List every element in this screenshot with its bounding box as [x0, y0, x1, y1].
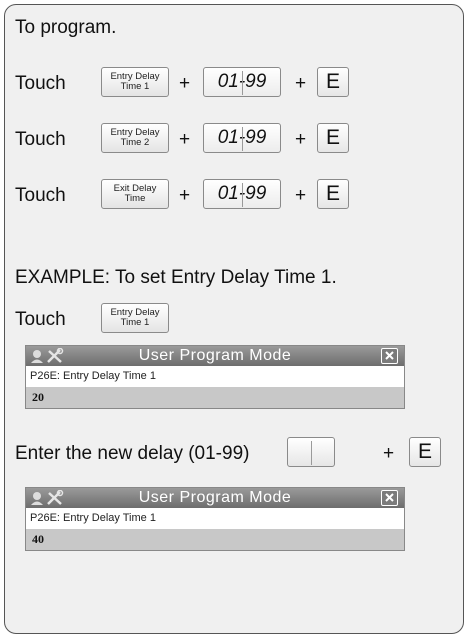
example-title: EXAMPLE: To set Entry Delay Time 1. [15, 267, 337, 288]
plus-sign: + [383, 443, 395, 464]
plus-sign: + [179, 129, 191, 150]
code-box[interactable]: 01-99 [203, 123, 281, 153]
plus-sign: + [295, 73, 307, 94]
enter-button[interactable]: E [317, 123, 349, 153]
box-divider [242, 71, 243, 95]
program-label: P26E: Entry Delay Time 1 [30, 370, 156, 382]
plus-sign: + [179, 185, 191, 206]
box-divider [311, 441, 312, 465]
button-line-2: Time 1 [120, 81, 150, 92]
box-divider [242, 127, 243, 151]
window-title: User Program Mode [138, 347, 292, 364]
button-line-2: Time 1 [120, 317, 150, 328]
touch-label: Touch [15, 129, 66, 150]
close-button[interactable] [381, 348, 398, 364]
plus-sign: + [179, 73, 191, 94]
plus-sign: + [295, 129, 307, 150]
program-label: P26E: Entry Delay Time 1 [30, 512, 156, 524]
enter-button[interactable]: E [317, 67, 349, 97]
value-bar [26, 529, 404, 550]
close-button[interactable] [381, 490, 398, 506]
entry-delay-time-2-button[interactable]: Entry Delay Time 2 [101, 123, 169, 153]
box-divider [242, 183, 243, 207]
close-icon [385, 351, 394, 360]
touch-label: Touch [15, 185, 66, 206]
touch-label: Touch [15, 309, 66, 330]
button-line-2: Time [124, 193, 146, 204]
exit-delay-time-button[interactable]: Exit Delay Time [101, 179, 169, 209]
enter-button[interactable]: E [409, 437, 441, 467]
plus-sign: + [295, 185, 307, 206]
code-box[interactable]: 01-99 [203, 67, 281, 97]
enter-instruction: Enter the new delay (01-99) [15, 443, 250, 464]
user-program-mode-window: User Program Mode P26E: Entry Delay Time… [25, 345, 405, 409]
enter-button[interactable]: E [317, 179, 349, 209]
digit-entry-box[interactable] [287, 437, 335, 467]
entry-delay-time-1-button[interactable]: Entry Delay Time 1 [101, 303, 169, 333]
entry-delay-time-1-button[interactable]: Entry Delay Time 1 [101, 67, 169, 97]
window-title: User Program Mode [138, 489, 292, 506]
code-box[interactable]: 01-99 [203, 179, 281, 209]
heading: To program. [15, 17, 117, 38]
instruction-panel: To program. Touch Entry Delay Time 1 + 0… [4, 4, 464, 634]
close-icon [385, 493, 394, 502]
program-value: 40 [32, 532, 44, 546]
value-bar [26, 387, 404, 408]
user-program-mode-window: User Program Mode P26E: Entry Delay Time… [25, 487, 405, 551]
touch-label: Touch [15, 73, 66, 94]
button-line-2: Time 2 [120, 137, 150, 148]
program-value: 20 [32, 390, 44, 404]
